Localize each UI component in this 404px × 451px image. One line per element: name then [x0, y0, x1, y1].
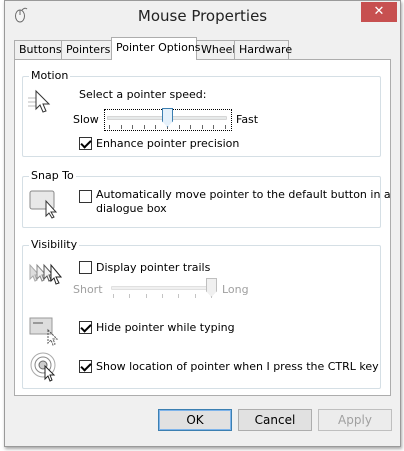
slider-tick — [162, 294, 163, 298]
slider-tick — [144, 125, 145, 129]
hide-while-typing-label[interactable]: Hide pointer while typing — [96, 321, 235, 334]
slider-tick — [190, 125, 191, 129]
snap-to-default-label-line1[interactable]: Automatically move pointer to the defaul… — [96, 188, 391, 201]
tab-wheel[interactable]: Wheel — [196, 40, 235, 59]
tab-hardware[interactable]: Hardware — [234, 40, 292, 59]
apply-button[interactable]: Apply — [318, 409, 392, 431]
tab-pointers[interactable]: Pointers — [61, 40, 112, 59]
tab-pointer-options[interactable]: Pointer Options — [111, 37, 201, 60]
show-location-checkbox[interactable] — [79, 360, 92, 373]
pointer-speed-icon — [28, 89, 51, 113]
motion-group-label: Motion — [29, 69, 71, 82]
slider-tick — [146, 294, 147, 298]
slider-tick — [113, 294, 114, 298]
pointer-trails-checkbox[interactable] — [79, 261, 92, 274]
title-bar: Mouse Properties ✕ — [5, 1, 400, 33]
slider-tick — [202, 125, 203, 129]
pointer-trails-thumb[interactable] — [206, 278, 217, 297]
slider-tick — [109, 125, 110, 129]
slider-tick — [129, 294, 130, 298]
close-button[interactable]: ✕ — [361, 2, 397, 22]
mouse-properties-window: Mouse Properties ✕ Buttons Pointers Poin… — [4, 0, 401, 447]
fast-label: Fast — [236, 113, 259, 126]
snap-to-default-checkbox[interactable] — [79, 190, 92, 203]
slider-tick — [155, 125, 156, 129]
tab-buttons[interactable]: Buttons — [14, 40, 62, 59]
ok-button[interactable]: OK — [158, 409, 232, 431]
slider-tick — [225, 125, 226, 129]
pointer-trails-slider[interactable] — [111, 286, 213, 290]
slider-tick — [213, 125, 214, 129]
hide-pointer-icon — [29, 317, 59, 346]
slow-label: Slow — [73, 113, 99, 126]
snap-to-group: Snap To Automatically move pointer to th… — [22, 169, 391, 228]
pointer-trails-label[interactable]: Display pointer trails — [96, 261, 210, 274]
short-label: Short — [73, 283, 103, 296]
slider-tick — [121, 125, 122, 129]
snap-to-group-label: Snap To — [29, 169, 76, 182]
slider-tick — [179, 125, 180, 129]
pointer-speed-prompt: Select a pointer speed: — [79, 88, 207, 101]
long-label: Long — [222, 283, 249, 296]
show-location-label[interactable]: Show location of pointer when I press th… — [96, 360, 379, 373]
visibility-group: Visibility Display pointer trails Short … — [22, 238, 381, 389]
pointer-trails-icon — [29, 263, 62, 285]
close-icon: ✕ — [373, 4, 385, 19]
show-location-icon — [30, 352, 56, 382]
slider-tick — [195, 294, 196, 298]
snap-to-default-label-line2[interactable]: dialogue box — [96, 202, 167, 215]
enhance-precision-checkbox[interactable] — [79, 137, 92, 150]
cancel-button[interactable]: Cancel — [238, 409, 312, 431]
pointer-options-panel: Motion Select a pointer speed: Slow Fast… — [14, 59, 391, 396]
slider-tick — [132, 125, 133, 129]
slider-tick — [178, 294, 179, 298]
hide-while-typing-checkbox[interactable] — [79, 321, 92, 334]
motion-group: Motion Select a pointer speed: Slow Fast… — [22, 69, 381, 157]
visibility-group-label: Visibility — [29, 238, 80, 251]
snap-to-button-icon — [29, 190, 58, 219]
enhance-precision-label[interactable]: Enhance pointer precision — [96, 137, 239, 150]
window-title: Mouse Properties — [137, 7, 268, 25]
